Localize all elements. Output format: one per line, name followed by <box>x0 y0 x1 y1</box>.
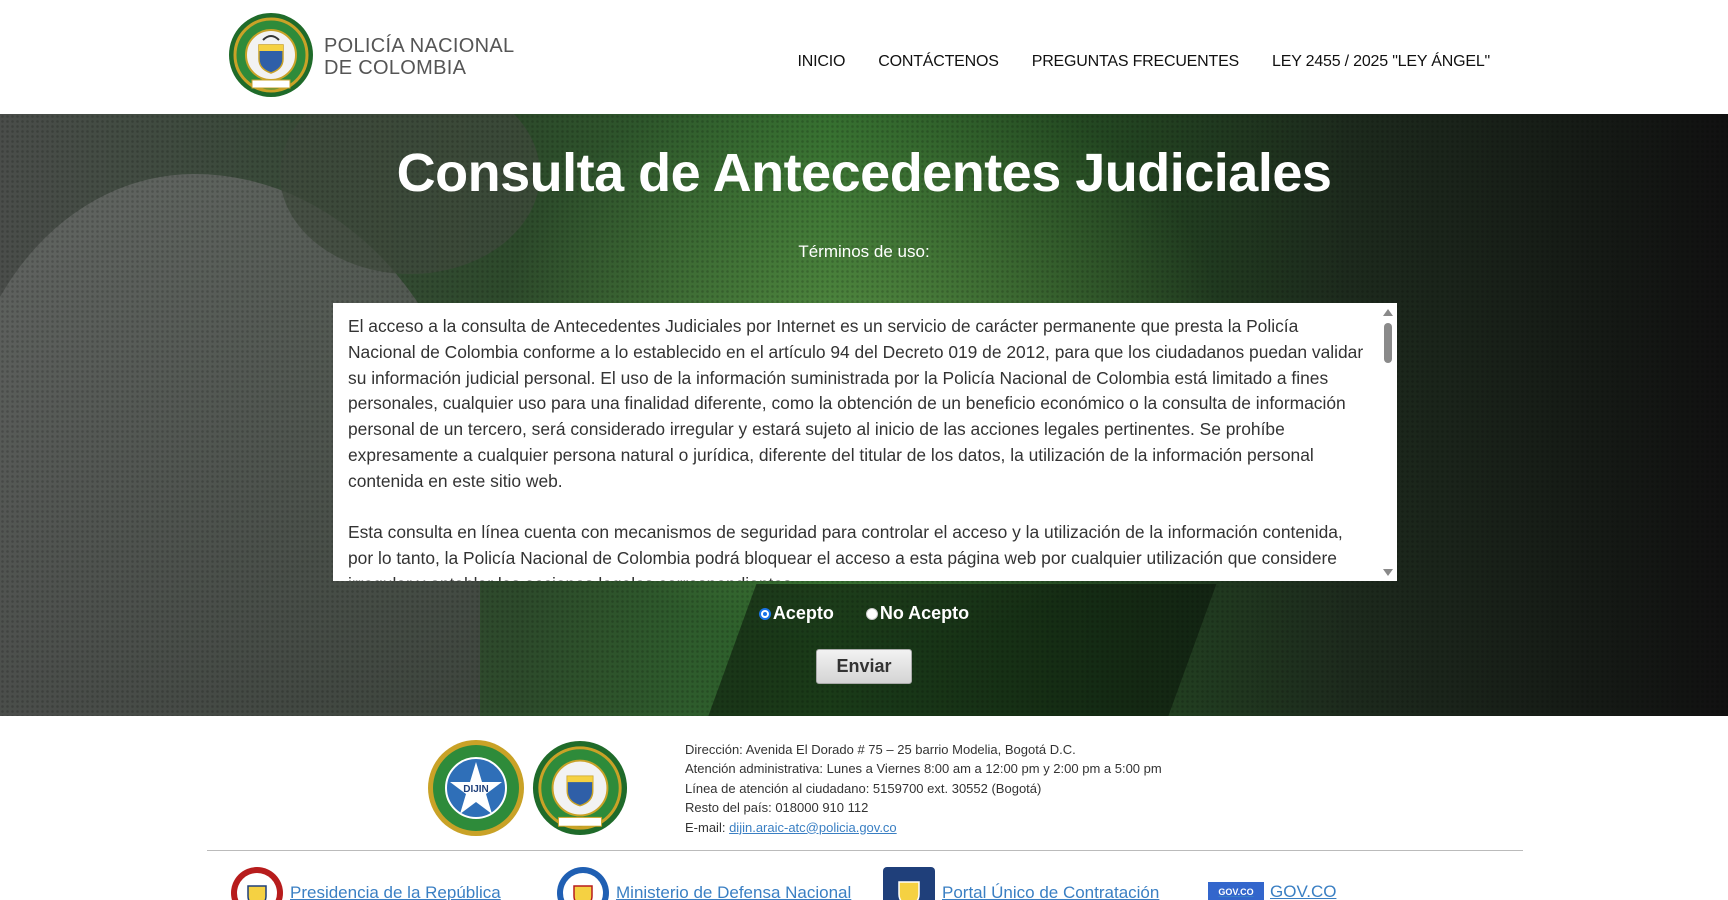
brand-line-1: POLICÍA NACIONAL <box>324 35 515 57</box>
link-presidencia[interactable]: Presidencia de la República <box>230 866 501 900</box>
radio-acepto-checked-icon[interactable] <box>758 607 771 620</box>
scroll-up-arrow-icon[interactable] <box>1383 309 1393 316</box>
page-title: Consulta de Antecedentes Judiciales <box>396 143 1332 203</box>
main-nav: INICIO CONTÁCTENOS PREGUNTAS FRECUENTES … <box>798 53 1491 71</box>
scroll-thumb[interactable] <box>1384 323 1392 363</box>
terms-paragraph-1: El acceso a la consulta de Antecedentes … <box>348 316 1364 491</box>
terms-paragraph-2: Esta consulta en línea cuenta con mecani… <box>348 522 1343 581</box>
link-govco[interactable]: GOV.CO GOV.CO <box>1208 882 1336 900</box>
radio-no-acepto[interactable]: No Acepto <box>865 603 970 624</box>
radio-no-acepto-label: No Acepto <box>879 603 970 623</box>
link-govco-label: GOV.CO <box>1270 882 1337 900</box>
link-mindefensa-label: Ministerio de Defensa Nacional <box>616 883 852 900</box>
contact-info: Dirección: Avenida El Dorado # 75 – 25 b… <box>685 740 1162 837</box>
link-mindefensa[interactable]: Ministerio de Defensa Nacional <box>556 866 851 900</box>
terms-scrollbar[interactable] <box>1380 303 1397 581</box>
presidencia-shield-icon <box>231 867 283 900</box>
contact-hours: Atención administrativa: Lunes a Viernes… <box>685 761 1162 777</box>
footer-divider <box>207 850 1523 851</box>
footer-links: Presidencia de la República Ministerio d… <box>230 866 1530 900</box>
dijin-seal-text: DIJIN <box>463 784 489 795</box>
terms-radio-group: Acepto No Acepto <box>0 603 1728 624</box>
nav-ley-angel[interactable]: LEY 2455 / 2025 "LEY ÁNGEL" <box>1272 53 1490 71</box>
radio-acepto-label: Acepto <box>772 603 834 623</box>
police-seal-icon <box>532 740 628 836</box>
scroll-down-arrow-icon[interactable] <box>1383 569 1393 576</box>
enviar-button[interactable]: Enviar <box>816 649 912 684</box>
contact-address: Dirección: Avenida El Dorado # 75 – 25 b… <box>685 742 1076 757</box>
nav-inicio[interactable]: INICIO <box>798 53 846 71</box>
govco-badge-text: GOV.CO <box>1218 887 1254 897</box>
radio-acepto[interactable]: Acepto <box>758 603 834 624</box>
contratacion-shield-icon <box>883 867 935 900</box>
brand-line-2: DE COLOMBIA <box>324 57 467 79</box>
hero-section: Consulta de Antecedentes Judiciales Térm… <box>0 114 1728 716</box>
contact-rest-country: Resto del país: 018000 910 112 <box>685 800 869 816</box>
site-header: POLICÍA NACIONAL DE COLOMBIA INICIO CONT… <box>0 0 1728 114</box>
contact-phone: Línea de atención al ciudadano: 5159700 … <box>685 780 1042 796</box>
terms-text: El acceso a la consulta de Antecedentes … <box>348 314 1368 581</box>
site-footer: DIJIN Dirección: Avenida El Dorado # 75 … <box>0 716 1728 900</box>
nav-contactenos[interactable]: CONTÁCTENOS <box>878 53 999 71</box>
brand-name: POLICÍA NACIONAL DE COLOMBIA <box>324 35 514 79</box>
dijin-seal-icon: DIJIN <box>428 740 524 836</box>
nav-preguntas-frecuentes[interactable]: PREGUNTAS FRECUENTES <box>1032 53 1239 71</box>
contact-email-label: E-mail: <box>685 819 726 835</box>
contact-email-row: E-mail: dijin.araic-atc@policia.gov.co <box>685 818 1162 837</box>
govco-badge-icon: GOV.CO <box>1208 882 1264 900</box>
link-contratacion-label: Portal Único de Contratación <box>942 883 1160 900</box>
mindefensa-shield-icon <box>557 867 609 900</box>
contact-email-link[interactable]: dijin.araic-atc@policia.gov.co <box>729 820 897 835</box>
radio-no-acepto-icon[interactable] <box>865 607 878 620</box>
link-portal-contratacion[interactable]: Portal Único de Contratación <box>882 866 1159 900</box>
terms-label: Términos de uso: <box>798 242 930 261</box>
police-emblem-logo[interactable] <box>228 12 314 98</box>
link-presidencia-label: Presidencia de la República <box>290 883 501 900</box>
terms-textarea[interactable]: El acceso a la consulta de Antecedentes … <box>333 303 1397 581</box>
